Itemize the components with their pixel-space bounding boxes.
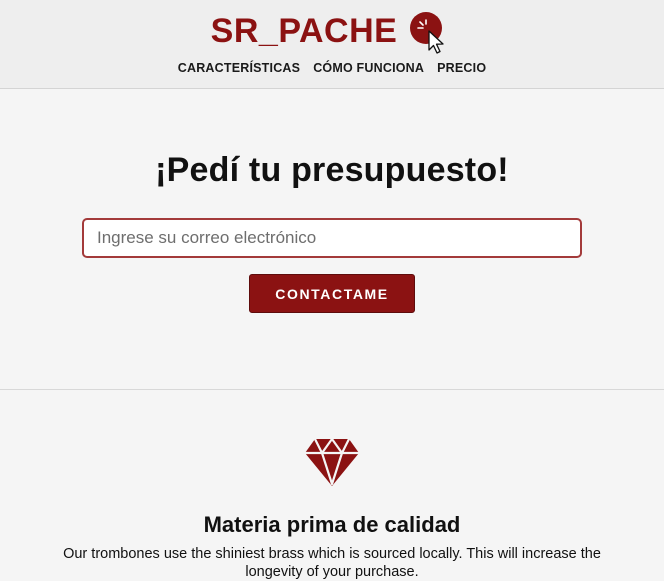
nav-link-como-funciona[interactable]: CÓMO FUNCIONA (313, 61, 424, 75)
diamond-icon (304, 437, 360, 487)
hero-section: ¡Pedí tu presupuesto! CONTACTAME (0, 90, 664, 390)
email-input[interactable] (82, 218, 582, 258)
feature-title: Materia prima de calidad (203, 512, 461, 537)
brand-title[interactable]: SR_PACHE (211, 11, 398, 51)
feature-text: Our trombones use the shiniest brass whi… (63, 546, 601, 580)
feature-section: Materia prima de calidad Our trombones u… (0, 391, 664, 580)
site-header: SR_PACHE CARACTERÍSTICAS CÓMO FUNCIONA P… (0, 0, 664, 89)
nav-link-caracteristicas[interactable]: CARACTERÍSTICAS (178, 61, 300, 75)
cursor-click-icon[interactable] (409, 10, 453, 54)
brand: SR_PACHE (0, 8, 664, 54)
contact-button[interactable]: CONTACTAME (249, 274, 415, 313)
main-nav: CARACTERÍSTICAS CÓMO FUNCIONA PRECIO (0, 61, 664, 75)
nav-link-precio[interactable]: PRECIO (437, 61, 486, 75)
hero-title: ¡Pedí tu presupuesto! (155, 151, 509, 189)
